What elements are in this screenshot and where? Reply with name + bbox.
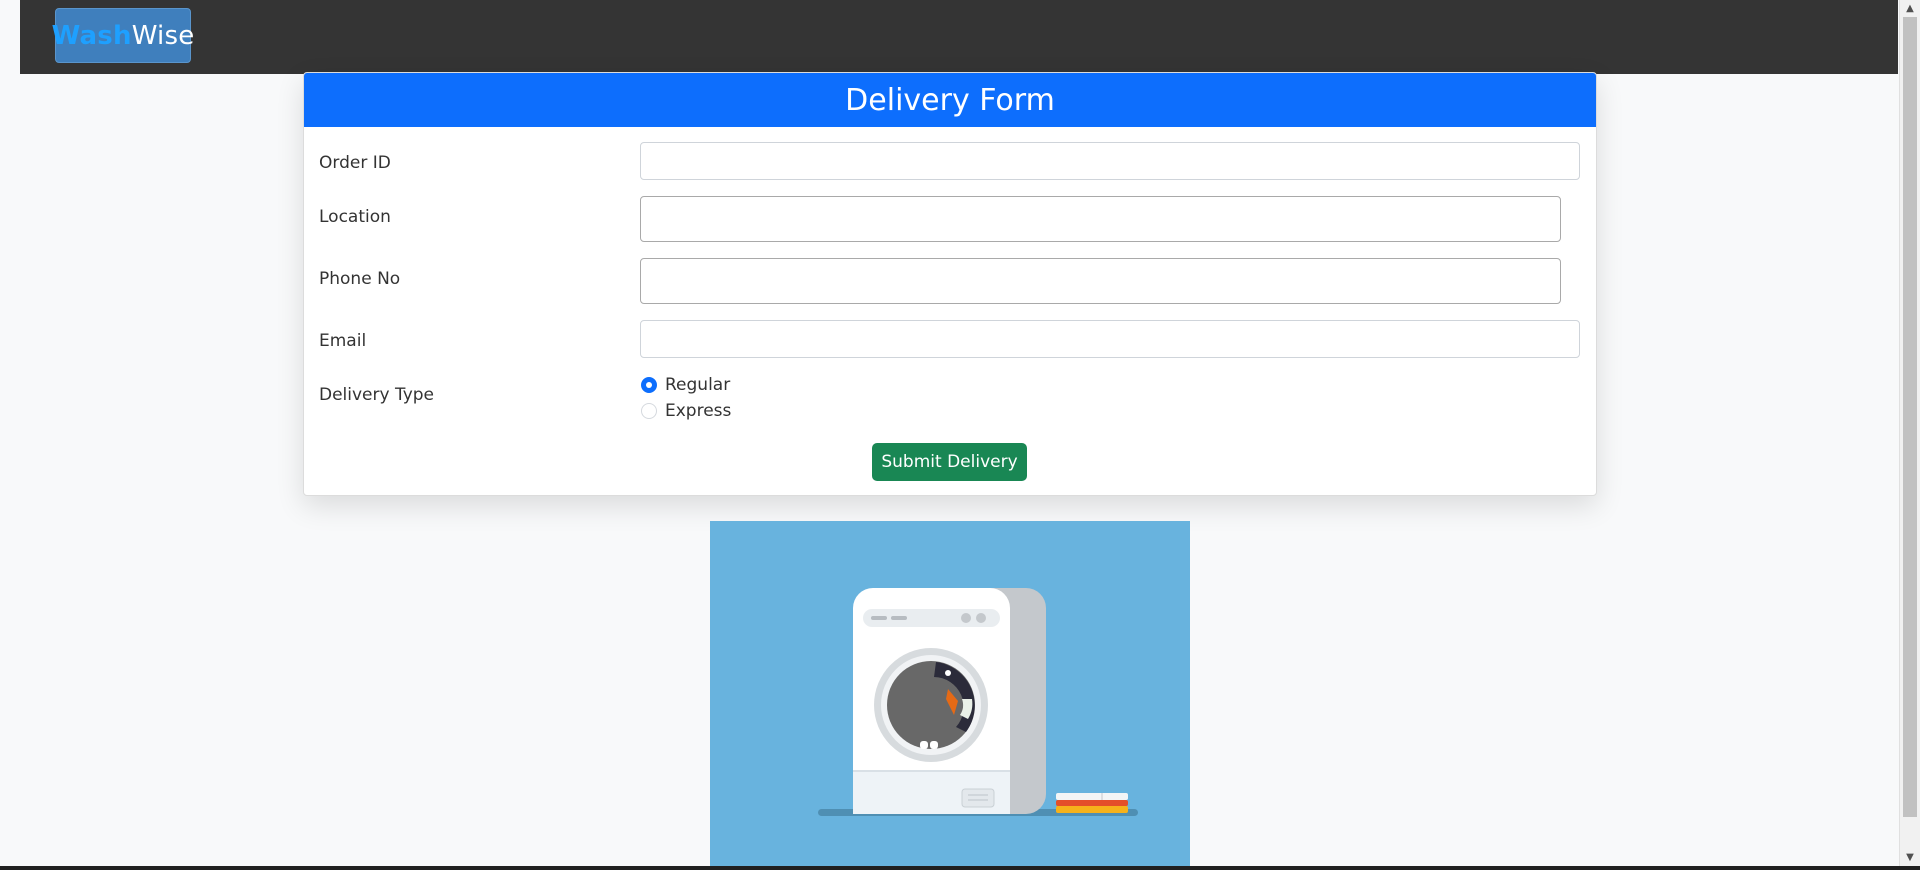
submit-delivery-button[interactable]: Submit Delivery: [872, 443, 1027, 481]
form-title: Delivery Form: [304, 73, 1596, 127]
washing-machine-illustration: [710, 521, 1190, 866]
vertical-scrollbar[interactable]: ▲ ▼: [1899, 0, 1920, 866]
location-label: Location: [319, 207, 391, 227]
washing-machine-icon: [818, 588, 1138, 816]
navbar: Wash Wise: [20, 0, 1898, 74]
radio-selected-icon[interactable]: [641, 377, 657, 393]
phone-label: Phone No: [319, 269, 401, 289]
radio-unselected-icon[interactable]: [641, 403, 657, 419]
email-input[interactable]: [640, 320, 1580, 358]
delivery-type-label: Delivery Type: [319, 385, 435, 405]
page: Wash Wise Delivery Form Order ID Location…: [0, 0, 1898, 866]
radio-label-express: Express: [665, 401, 732, 421]
phone-input[interactable]: [640, 258, 1561, 304]
radio-option-express[interactable]: Express: [640, 401, 731, 421]
scrollbar-thumb[interactable]: [1903, 17, 1917, 817]
brand-part-1: Wash: [51, 20, 132, 51]
window-bottom-border: [0, 866, 1920, 870]
radio-label-regular: Regular: [665, 375, 731, 395]
brand-logo-link[interactable]: Wash Wise: [51, 8, 194, 63]
brand-part-2: Wise: [131, 20, 195, 51]
order-id-input[interactable]: [640, 142, 1580, 180]
scroll-up-icon[interactable]: ▲: [1900, 0, 1920, 17]
scroll-down-icon[interactable]: ▼: [1900, 849, 1920, 866]
location-input[interactable]: [640, 196, 1561, 242]
radio-option-regular[interactable]: Regular: [640, 375, 730, 395]
email-label: Email: [319, 331, 367, 351]
order-id-label: Order ID: [319, 153, 391, 173]
delivery-form-card: Delivery Form Order ID Location Phone No…: [303, 72, 1597, 496]
